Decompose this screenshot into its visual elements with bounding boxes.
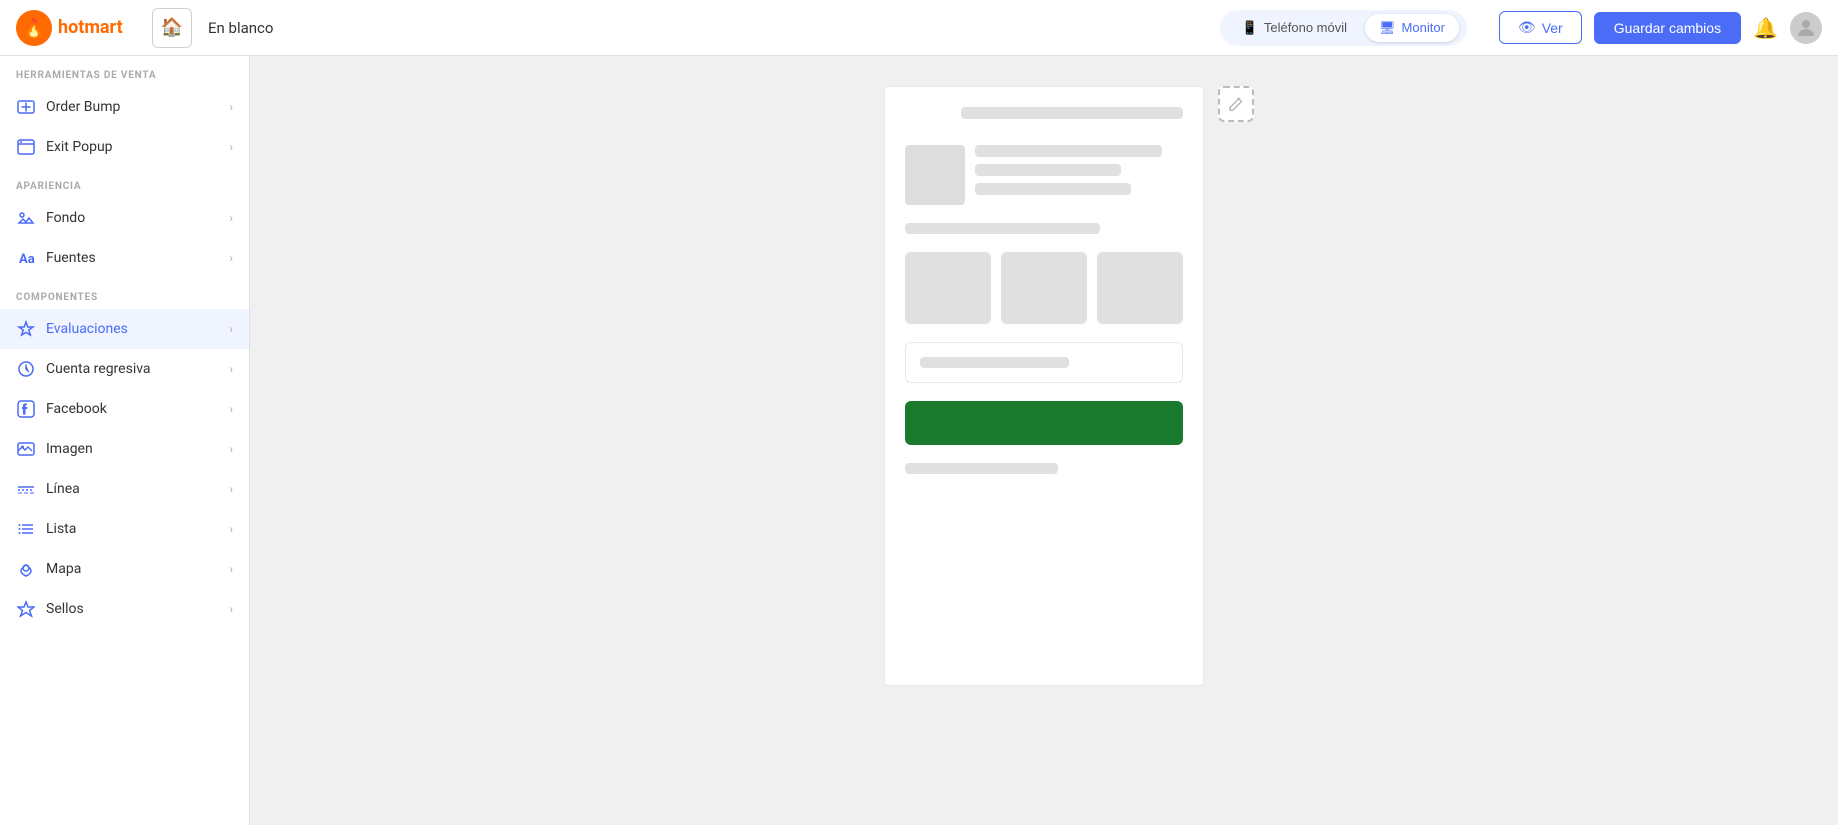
skeleton-header-section xyxy=(905,145,1183,205)
chevron-right-icon: › xyxy=(229,562,233,576)
sidebar-item-exit-popup[interactable]: Exit Popup › xyxy=(0,127,249,167)
canvas-area xyxy=(250,56,1838,825)
monitor-device-btn[interactable]: 🖥 Monitor xyxy=(1365,14,1459,42)
skeleton-header-lines xyxy=(975,145,1183,195)
chevron-right-icon: › xyxy=(229,522,233,536)
linea-label: Línea xyxy=(46,481,219,497)
skeleton-line-1 xyxy=(975,145,1162,157)
ver-button[interactable]: 👁 Ver xyxy=(1499,11,1582,44)
skeleton-block-1 xyxy=(905,252,991,324)
canvas-wrapper xyxy=(884,86,1204,686)
sidebar-item-sellos[interactable]: Sellos › xyxy=(0,589,249,629)
skeleton-desc-line xyxy=(905,223,1100,234)
section-label-herramientas: HERRAMIENTAS DE VENTA xyxy=(0,56,249,87)
skeleton-top-line xyxy=(961,107,1183,119)
lista-label: Lista xyxy=(46,521,219,537)
sidebar-item-mapa[interactable]: Mapa › xyxy=(0,549,249,589)
sidebar-item-facebook[interactable]: Facebook › xyxy=(0,389,249,429)
skeleton-block-3 xyxy=(1097,252,1183,324)
chevron-right-icon: › xyxy=(229,322,233,336)
chevron-right-icon: › xyxy=(229,482,233,496)
skeleton-bottom-line xyxy=(905,463,1058,474)
hotmart-logo: 🔥 xyxy=(16,10,52,46)
sidebar-item-fondo[interactable]: Fondo › xyxy=(0,198,249,238)
user-avatar[interactable] xyxy=(1790,12,1822,44)
eye-icon: 👁 xyxy=(1518,19,1536,36)
section-label-apariencia: APARIENCIA xyxy=(0,167,249,198)
sidebar-item-lista[interactable]: Lista › xyxy=(0,509,249,549)
sellos-icon xyxy=(16,599,36,619)
order-bump-label: Order Bump xyxy=(46,99,219,115)
mobile-device-btn[interactable]: 📱 Teléfono móvil xyxy=(1228,14,1361,42)
chevron-right-icon: › xyxy=(229,442,233,456)
guardar-button[interactable]: Guardar cambios xyxy=(1594,12,1741,44)
skeleton-block-2 xyxy=(1001,252,1087,324)
sidebar-item-linea[interactable]: Línea › xyxy=(0,469,249,509)
chevron-right-icon: › xyxy=(229,211,233,225)
edit-float-button[interactable] xyxy=(1218,86,1254,122)
monitor-label: Monitor xyxy=(1402,20,1445,35)
chevron-right-icon: › xyxy=(229,602,233,616)
skeleton-line-3 xyxy=(975,183,1131,195)
avatar-icon xyxy=(1794,16,1818,40)
imagen-icon xyxy=(16,439,36,459)
imagen-label: Imagen xyxy=(46,441,219,457)
topbar: 🔥 hotmart 🏠 En blanco 📱 Teléfono móvil 🖥… xyxy=(0,0,1838,56)
cuenta-regresiva-icon xyxy=(16,359,36,379)
lista-icon xyxy=(16,519,36,539)
chevron-right-icon: › xyxy=(229,251,233,265)
ver-label: Ver xyxy=(1542,20,1563,36)
sidebar-item-fuentes[interactable]: Aa Fuentes › xyxy=(0,238,249,278)
skeleton-text-line xyxy=(920,357,1069,368)
fondo-label: Fondo xyxy=(46,210,219,226)
mobile-icon: 📱 xyxy=(1242,20,1258,36)
cuenta-regresiva-label: Cuenta regresiva xyxy=(46,361,219,377)
sidebar-item-evaluaciones[interactable]: Evaluaciones › xyxy=(0,309,249,349)
skeleton-header-image xyxy=(905,145,965,205)
skeleton-three-blocks xyxy=(905,252,1183,324)
evaluaciones-icon xyxy=(16,319,36,339)
facebook-icon xyxy=(16,399,36,419)
skeleton-text-block xyxy=(905,342,1183,383)
evaluaciones-label: Evaluaciones xyxy=(46,321,219,337)
main-layout: HERRAMIENTAS DE VENTA Order Bump › Exit … xyxy=(0,56,1838,825)
chevron-right-icon: › xyxy=(229,100,233,114)
topbar-right: 👁 Ver Guardar cambios 🔔 xyxy=(1499,11,1822,44)
linea-icon xyxy=(16,479,36,499)
sidebar-item-cuenta-regresiva[interactable]: Cuenta regresiva › xyxy=(0,349,249,389)
mapa-icon xyxy=(16,559,36,579)
exit-popup-icon xyxy=(16,137,36,157)
fuentes-label: Fuentes xyxy=(46,250,219,266)
monitor-icon: 🖥 xyxy=(1379,20,1396,36)
chevron-right-icon: › xyxy=(229,140,233,154)
logo-area: 🔥 hotmart xyxy=(16,10,136,46)
page-canvas xyxy=(884,86,1204,686)
device-toggle: 📱 Teléfono móvil 🖥 Monitor xyxy=(1220,10,1467,46)
exit-popup-label: Exit Popup xyxy=(46,139,219,155)
fondo-icon xyxy=(16,208,36,228)
order-bump-icon xyxy=(16,97,36,117)
skeleton-line-2 xyxy=(975,164,1121,176)
sidebar-item-order-bump[interactable]: Order Bump › xyxy=(0,87,249,127)
sidebar: HERRAMIENTAS DE VENTA Order Bump › Exit … xyxy=(0,56,250,825)
chevron-right-icon: › xyxy=(229,362,233,376)
page-title: En blanco xyxy=(208,19,273,37)
facebook-label: Facebook xyxy=(46,401,219,417)
pencil-icon xyxy=(1229,97,1243,111)
svg-text:🔥: 🔥 xyxy=(23,17,45,39)
sellos-label: Sellos xyxy=(46,601,219,617)
mapa-label: Mapa xyxy=(46,561,219,577)
sidebar-item-imagen[interactable]: Imagen › xyxy=(0,429,249,469)
home-button[interactable]: 🏠 xyxy=(152,8,192,48)
notification-bell-icon[interactable]: 🔔 xyxy=(1753,16,1778,40)
brand-name: hotmart xyxy=(58,17,123,38)
svg-text:Aa: Aa xyxy=(19,252,35,267)
skeleton-cta-button xyxy=(905,401,1183,445)
mobile-label: Teléfono móvil xyxy=(1264,20,1347,35)
chevron-right-icon: › xyxy=(229,402,233,416)
section-label-componentes: COMPONENTES xyxy=(0,278,249,309)
fuentes-icon: Aa xyxy=(16,248,36,268)
